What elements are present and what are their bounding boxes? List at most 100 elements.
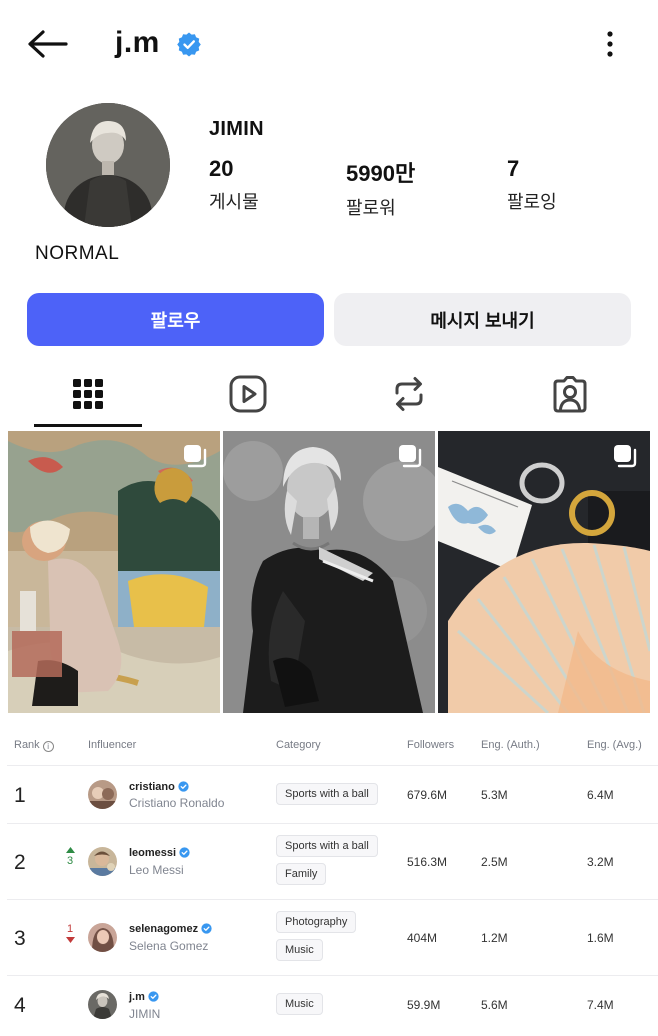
- posts-label: 게시물: [209, 192, 259, 212]
- eng-avg-column-header[interactable]: Eng. (Avg.): [587, 739, 642, 751]
- rank-change-value: 3: [66, 855, 74, 867]
- avatar: [88, 780, 117, 809]
- influencer-username[interactable]: cristiano: [129, 781, 189, 793]
- verified-badge-icon: [148, 991, 159, 1002]
- multiple-photos-icon: [614, 445, 637, 468]
- username-text: leomessi: [129, 847, 177, 859]
- followers-count-stat[interactable]: 5990만 팔로워: [346, 156, 415, 220]
- eng-auth-value: 5.3M: [481, 788, 508, 802]
- category-column-header[interactable]: Category: [276, 739, 321, 751]
- tab-tagged[interactable]: [516, 360, 624, 428]
- rank-number: 4: [14, 994, 26, 1017]
- triangle-down-icon: [65, 937, 75, 943]
- following-label: 팔로잉: [507, 192, 557, 212]
- category-chip[interactable]: Music: [276, 993, 323, 1015]
- avatar: [88, 990, 117, 1019]
- eng-avg-value: 6.4M: [587, 788, 614, 802]
- rank-number: 1: [14, 784, 26, 807]
- avatar: [88, 847, 117, 876]
- eng-avg-value: 7.4M: [587, 998, 614, 1012]
- following-count-stat[interactable]: 7 팔로잉: [507, 156, 557, 214]
- repost-icon: [395, 377, 423, 411]
- eng-auth-column-header[interactable]: Eng. (Auth.): [481, 739, 540, 751]
- followers-label: 팔로워: [346, 198, 396, 218]
- grid-icon: [73, 379, 103, 409]
- profile-handle: j.m: [115, 26, 160, 59]
- eng-auth-value: 2.5M: [481, 855, 508, 869]
- followers-column-header[interactable]: Followers: [407, 739, 454, 751]
- rank-number: 2: [14, 851, 26, 874]
- influencer-username[interactable]: leomessi: [129, 847, 190, 859]
- category-chip[interactable]: Music: [276, 939, 323, 961]
- following-count: 7: [507, 156, 520, 181]
- multiple-photos-icon: [184, 445, 207, 468]
- post-photo: [438, 431, 650, 713]
- username-text: selenagomez: [129, 923, 199, 935]
- influencer-ranking-table: Rank i Influencer Category Followers Eng.…: [7, 723, 658, 1036]
- influencer-full-name: Selena Gomez: [129, 939, 209, 953]
- table-row[interactable]: 3 1 selenagomez Selena Gomez Photography…: [7, 900, 658, 976]
- followers-value: 404M: [407, 931, 438, 945]
- rank-change-down: 1: [63, 924, 77, 946]
- rank-change-up: 3: [63, 845, 77, 867]
- display-name: JIMIN: [209, 118, 264, 140]
- tab-reposts[interactable]: [355, 360, 463, 428]
- followers-value: 516.3M: [407, 855, 448, 869]
- post-thumbnail-3[interactable]: [438, 431, 650, 713]
- avatar: [88, 923, 117, 952]
- info-icon[interactable]: i: [42, 741, 54, 752]
- verified-badge-icon: [201, 923, 212, 934]
- post-thumbnail-1[interactable]: [8, 431, 220, 713]
- multiple-photos-icon: [399, 445, 422, 468]
- profile-tabs: [0, 360, 658, 428]
- username-text: j.m: [129, 991, 145, 1003]
- tagged-person-icon: [553, 376, 587, 413]
- category-chip[interactable]: Sports with a ball: [276, 835, 378, 857]
- more-vertical-icon[interactable]: [598, 28, 622, 60]
- table-header: Rank i Influencer Category Followers Eng.…: [7, 723, 658, 766]
- verified-badge-icon: [179, 847, 190, 858]
- followers-value: 679.6M: [407, 788, 448, 802]
- eng-avg-value: 3.2M: [587, 855, 614, 869]
- eng-auth-value: 5.6M: [481, 998, 508, 1012]
- send-message-button[interactable]: 메시지 보내기: [334, 293, 631, 346]
- tab-posts-grid[interactable]: [34, 360, 142, 428]
- rank-column-label: Rank: [14, 739, 40, 751]
- profile-avatar[interactable]: [46, 103, 170, 227]
- username-text: cristiano: [129, 781, 175, 793]
- influencer-username[interactable]: selenagomez: [129, 923, 212, 935]
- table-row[interactable]: 4 j.m JIMIN Music 59.9M 5.6M 7.4M: [7, 976, 658, 1036]
- eng-auth-value: 1.2M: [481, 931, 508, 945]
- verified-badge-icon: [177, 32, 201, 57]
- posts-count-stat[interactable]: 20 게시물: [209, 156, 259, 214]
- influencer-full-name: Leo Messi: [129, 863, 184, 877]
- follow-button[interactable]: 팔로우: [27, 293, 324, 346]
- rank-change-value: 1: [66, 923, 74, 935]
- category-chip[interactable]: Photography: [276, 911, 357, 933]
- verified-badge-icon: [178, 781, 189, 792]
- profile-bio: NORMAL: [35, 243, 120, 264]
- followers-count: 5990만: [346, 161, 416, 186]
- reels-play-icon: [229, 375, 267, 413]
- triangle-up-icon: [65, 847, 75, 853]
- category-chip[interactable]: Family: [276, 863, 327, 885]
- category-chip[interactable]: Sports with a ball: [276, 783, 378, 805]
- rank-number: 3: [14, 927, 26, 950]
- posts-count: 20: [209, 156, 234, 181]
- avatar-photo: [46, 103, 170, 227]
- tab-reels[interactable]: [194, 360, 302, 428]
- influencer-full-name: JIMIN: [129, 1007, 161, 1021]
- rank-column-header[interactable]: Rank i: [14, 739, 54, 752]
- followers-value: 59.9M: [407, 998, 441, 1012]
- influencer-column-header[interactable]: Influencer: [88, 739, 136, 751]
- influencer-full-name: Cristiano Ronaldo: [129, 796, 225, 810]
- post-photo: [223, 431, 435, 713]
- table-row[interactable]: 2 3 leomessi Leo Messi Sports with a bal…: [7, 824, 658, 900]
- eng-avg-value: 1.6M: [587, 931, 614, 945]
- influencer-username[interactable]: j.m: [129, 991, 159, 1003]
- post-photo: [8, 431, 220, 713]
- arrow-left-icon[interactable]: [26, 28, 68, 60]
- table-row[interactable]: 1 cristiano Cristiano Ronaldo Sports wit…: [7, 766, 658, 824]
- profile-header: j.m: [0, 0, 658, 90]
- post-thumbnail-2[interactable]: [223, 431, 435, 713]
